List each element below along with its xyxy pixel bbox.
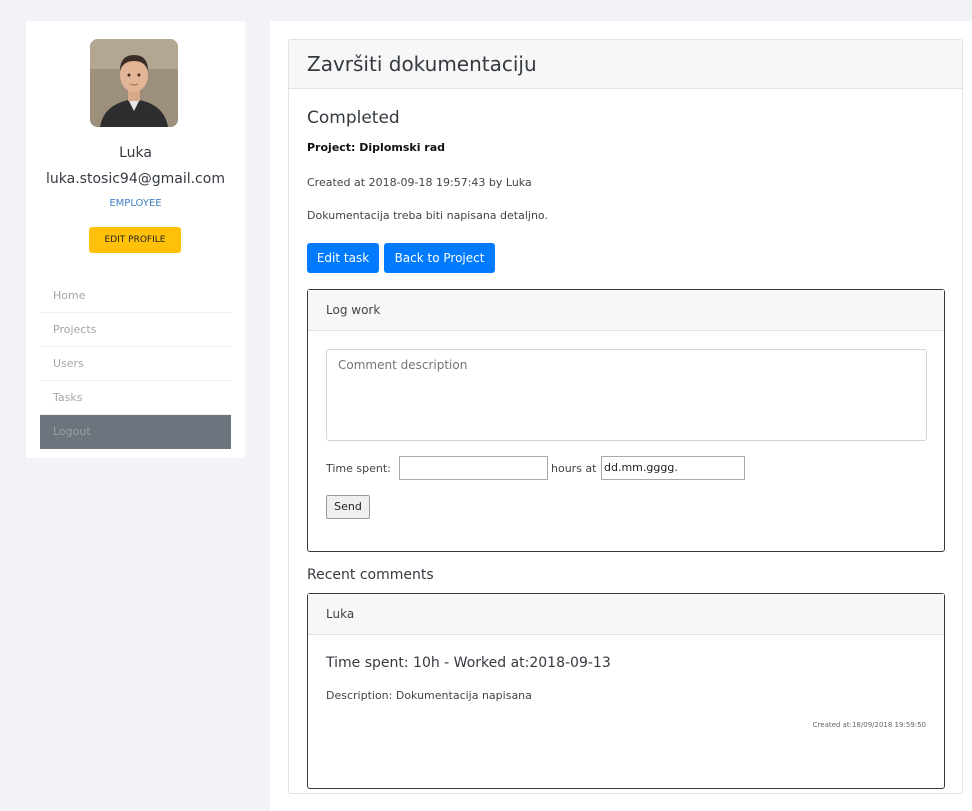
user-role: EMPLOYEE xyxy=(109,198,162,209)
sidebar-item-logout[interactable]: Logout xyxy=(40,415,231,449)
log-work-card: Log work Time spent: hours at dd.mm.gggg… xyxy=(307,289,945,552)
recent-comments-title: Recent comments xyxy=(307,567,434,583)
send-button[interactable]: Send xyxy=(326,495,370,519)
sidebar-item-projects[interactable]: Projects xyxy=(40,313,231,347)
user-photo xyxy=(90,39,178,127)
task-created: Created at 2018-09-18 19:57:43 by Luka xyxy=(307,176,532,189)
edit-task-button[interactable]: Edit task xyxy=(307,243,379,273)
sidebar-item-users[interactable]: Users xyxy=(40,347,231,381)
comment-created-at: Created at:18/09/2018 19:59:50 xyxy=(812,721,926,729)
task-title: Završiti dokumentaciju xyxy=(289,40,962,89)
comment-card: Luka Time spent: 10h - Worked at:2018-09… xyxy=(307,593,945,789)
log-work-title: Log work xyxy=(308,290,944,331)
comment-time-spent: Time spent: 10h - Worked at:2018-09-13 xyxy=(326,655,611,671)
sidebar-item-home[interactable]: Home xyxy=(40,279,231,313)
comment-description: Description: Dokumentacija napisana xyxy=(326,689,532,702)
task-project: Project: Diplomski rad xyxy=(307,141,446,154)
user-name: Luka xyxy=(119,145,152,161)
back-to-project-button[interactable]: Back to Project xyxy=(384,243,495,273)
sidebar-item-tasks[interactable]: Tasks xyxy=(40,381,231,415)
time-spent-label: Time spent: xyxy=(326,462,391,475)
task-card: Završiti dokumentaciju Completed Project… xyxy=(288,39,963,794)
task-description: Dokumentacija treba biti napisana detalj… xyxy=(307,209,548,222)
edit-profile-button[interactable]: EDIT PROFILE xyxy=(89,227,181,253)
sidebar-nav: Home Projects Users Tasks Logout xyxy=(40,279,231,449)
comment-description-input[interactable] xyxy=(326,349,927,441)
sidebar: Luka luka.stosic94@gmail.com EMPLOYEE ED… xyxy=(26,21,245,458)
date-input[interactable]: dd.mm.gggg. xyxy=(601,456,745,480)
comment-author: Luka xyxy=(308,594,944,635)
time-spent-input[interactable] xyxy=(399,456,548,480)
user-email: luka.stosic94@gmail.com xyxy=(46,171,225,187)
main-content: Završiti dokumentaciju Completed Project… xyxy=(270,21,972,811)
hours-at-label: hours at xyxy=(551,462,597,475)
avatar xyxy=(90,39,178,127)
task-status: Completed xyxy=(307,108,400,128)
